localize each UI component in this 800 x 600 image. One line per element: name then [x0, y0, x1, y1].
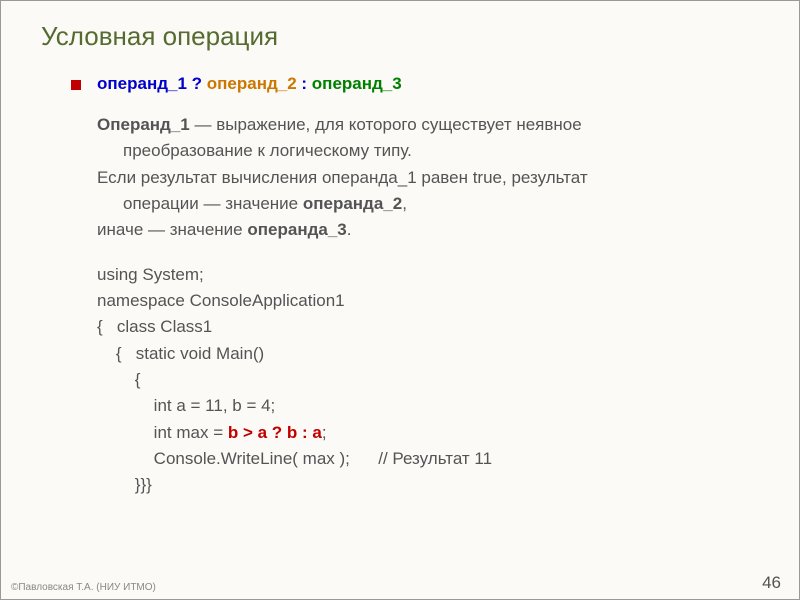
code-l3: { class Class1 [97, 314, 759, 340]
slide-title: Условная операция [41, 21, 759, 52]
code-l7: int max = b > a ? b : a; [97, 420, 759, 446]
code-l5: { [97, 367, 759, 393]
operand-3: операнд_3 [312, 74, 402, 93]
desc-lead: Операнд_1 [97, 115, 190, 134]
desc-line-3: Если результат вычисления операнда_1 рав… [97, 165, 759, 191]
code-l1: using System; [97, 262, 759, 288]
code-block: using System; namespace ConsoleApplicati… [71, 262, 759, 499]
desc-rest-1: — выражение, для которого существует нея… [190, 115, 582, 134]
question-mark: ? [187, 74, 207, 93]
desc-line-5: иначе — значение операнда_3. [97, 217, 759, 243]
bullet-icon [71, 80, 81, 90]
colon-sep: : [297, 74, 312, 93]
operand-2: операнд_2 [207, 74, 297, 93]
syntax-row: операнд_1 ? операнд_2 : операнд_3 [71, 74, 759, 94]
code-l2: namespace ConsoleApplication1 [97, 288, 759, 314]
operand-1: операнд_1 [97, 74, 187, 93]
desc-line-2: преобразование к логическому типу. [97, 138, 759, 164]
code-l9: }}} [97, 472, 759, 498]
syntax-expression: операнд_1 ? операнд_2 : операнд_3 [97, 74, 402, 94]
desc-line-1: Операнд_1 — выражение, для которого суще… [97, 112, 759, 138]
slide-content: операнд_1 ? операнд_2 : операнд_3 Операн… [41, 74, 759, 499]
code-l4: { static void Main() [97, 341, 759, 367]
code-l6: int a = 11, b = 4; [97, 393, 759, 419]
desc-line-4: операции — значение операнда_2, [97, 191, 759, 217]
code-l8: Console.WriteLine( max ); // Результат 1… [97, 446, 759, 472]
page-number: 46 [762, 573, 781, 593]
description-block: Операнд_1 — выражение, для которого суще… [71, 112, 759, 244]
footer-copyright: ©Павловская Т.А. (НИУ ИТМО) [11, 582, 156, 593]
